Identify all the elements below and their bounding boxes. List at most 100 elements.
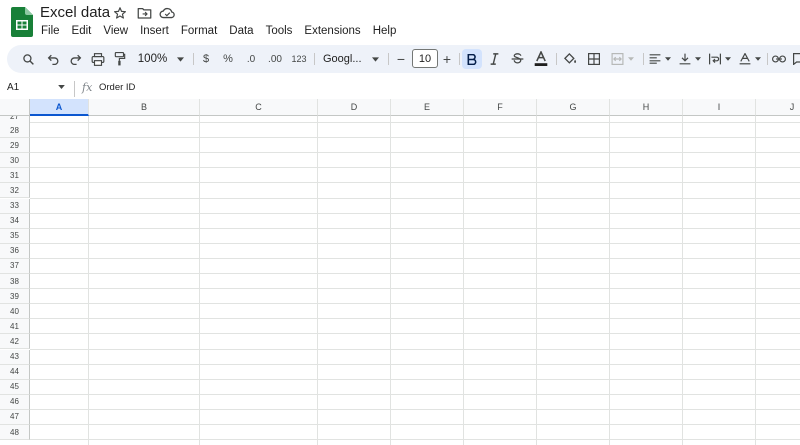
row-header-42[interactable]: 42 bbox=[0, 334, 30, 350]
chevron-down-icon bbox=[177, 56, 185, 62]
undo-icon[interactable] bbox=[44, 45, 62, 73]
row-header-45[interactable]: 45 bbox=[0, 379, 30, 395]
menu-edit[interactable]: Edit bbox=[66, 23, 98, 39]
column-gridline bbox=[755, 116, 756, 445]
document-title[interactable]: Excel data bbox=[40, 4, 110, 21]
text-color-icon[interactable] bbox=[531, 45, 551, 73]
bold-icon[interactable] bbox=[462, 49, 482, 69]
toolbar-divider bbox=[459, 53, 460, 65]
row-gridline bbox=[30, 137, 800, 139]
column-header-f[interactable]: F bbox=[464, 99, 537, 116]
menu-help[interactable]: Help bbox=[367, 23, 403, 39]
row-header-32[interactable]: 32 bbox=[0, 183, 30, 199]
row-header-46[interactable]: 46 bbox=[0, 394, 30, 410]
column-header-b[interactable]: B bbox=[89, 99, 200, 116]
column-header-a[interactable]: A bbox=[30, 99, 89, 116]
menu-view[interactable]: View bbox=[97, 23, 134, 39]
row-header-40[interactable]: 40 bbox=[0, 304, 30, 320]
print-icon[interactable] bbox=[89, 45, 107, 73]
zoom-select[interactable]: 100% bbox=[135, 45, 187, 73]
merge-cells-icon[interactable] bbox=[607, 45, 637, 73]
column-header-e[interactable]: E bbox=[391, 99, 464, 116]
folder-move-icon[interactable] bbox=[135, 4, 153, 22]
title-bar: Excel data File Edit View Insert Format … bbox=[0, 0, 800, 44]
row-header-28[interactable]: 28 bbox=[0, 123, 30, 139]
menu-file[interactable]: File bbox=[35, 23, 66, 39]
formula-divider bbox=[74, 81, 75, 97]
redo-icon[interactable] bbox=[66, 45, 84, 73]
toolbar-divider bbox=[767, 53, 768, 65]
row-header-35[interactable]: 35 bbox=[0, 228, 30, 244]
number-format-button[interactable]: 123 bbox=[288, 45, 310, 73]
name-box[interactable]: A1 bbox=[7, 82, 19, 93]
text-rotation-icon[interactable] bbox=[736, 45, 764, 73]
chevron-down-icon[interactable] bbox=[58, 85, 65, 89]
row-header-38[interactable]: 38 bbox=[0, 274, 30, 290]
column-header-j[interactable]: J bbox=[756, 99, 800, 116]
menu-data[interactable]: Data bbox=[223, 23, 259, 39]
row-gridline bbox=[30, 378, 800, 380]
row-gridline bbox=[30, 424, 800, 425]
column-header-d[interactable]: D bbox=[318, 99, 391, 116]
insert-comment-icon[interactable] bbox=[791, 45, 800, 73]
increase-font-size-button[interactable]: + bbox=[439, 45, 455, 73]
currency-format-button[interactable]: $ bbox=[197, 45, 215, 73]
column-gridline bbox=[536, 116, 537, 445]
borders-icon[interactable] bbox=[585, 45, 603, 73]
increase-decimal-button[interactable]: .00 bbox=[264, 45, 286, 73]
row-header-44[interactable]: 44 bbox=[0, 364, 30, 380]
cloud-saved-icon[interactable] bbox=[158, 4, 176, 22]
insert-link-icon[interactable] bbox=[769, 45, 789, 73]
menu-extensions[interactable]: Extensions bbox=[298, 23, 366, 39]
column-header-c[interactable]: C bbox=[200, 99, 318, 116]
toolbar-divider bbox=[388, 53, 389, 65]
column-header-i[interactable]: I bbox=[683, 99, 756, 116]
star-icon[interactable] bbox=[111, 4, 129, 22]
sheets-logo-icon[interactable] bbox=[11, 7, 33, 37]
row-header-partial[interactable]: 27 bbox=[0, 116, 30, 123]
text-wrapping-icon[interactable] bbox=[706, 45, 734, 73]
fill-color-icon[interactable] bbox=[560, 45, 580, 73]
cell-area[interactable] bbox=[30, 116, 800, 445]
column-header-g[interactable]: G bbox=[537, 99, 610, 116]
row-header-41[interactable]: 41 bbox=[0, 319, 30, 335]
font-size-input[interactable]: 10 bbox=[412, 49, 438, 68]
search-menus-icon[interactable] bbox=[19, 45, 37, 73]
row-header-31[interactable]: 31 bbox=[0, 168, 30, 184]
italic-icon[interactable] bbox=[485, 45, 503, 73]
font-family-select[interactable]: Googl... bbox=[320, 45, 382, 73]
zoom-value: 100% bbox=[137, 53, 168, 65]
horizontal-align-icon[interactable] bbox=[646, 45, 674, 73]
row-gridline bbox=[30, 227, 800, 229]
row-header-29[interactable]: 29 bbox=[0, 138, 30, 154]
column-header-h[interactable]: H bbox=[610, 99, 683, 116]
row-gridline bbox=[30, 242, 800, 244]
menu-insert[interactable]: Insert bbox=[134, 23, 175, 39]
paint-format-icon[interactable] bbox=[111, 45, 129, 73]
menu-format[interactable]: Format bbox=[175, 23, 223, 39]
row-header-39[interactable]: 39 bbox=[0, 289, 30, 305]
chevron-down-icon bbox=[627, 57, 634, 61]
menu-tools[interactable]: Tools bbox=[260, 23, 299, 39]
decrease-font-size-button[interactable]: − bbox=[393, 45, 409, 73]
spreadsheet-grid: A B C D E F G H I J 27 28 29 30 31 32 33 34 35 3… bbox=[0, 99, 800, 445]
row-gridline bbox=[30, 273, 800, 274]
row-gridline bbox=[30, 197, 800, 199]
select-all-corner[interactable] bbox=[0, 99, 30, 116]
row-header-37[interactable]: 37 bbox=[0, 258, 30, 274]
formula-input[interactable]: Order ID bbox=[99, 82, 789, 96]
row-header-48[interactable]: 48 bbox=[0, 425, 30, 441]
row-header-47[interactable]: 47 bbox=[0, 409, 30, 425]
row-header-36[interactable]: 36 bbox=[0, 243, 30, 259]
row-gridline bbox=[30, 303, 800, 305]
vertical-align-icon[interactable] bbox=[676, 45, 704, 73]
row-header-33[interactable]: 33 bbox=[0, 198, 30, 214]
decrease-decimal-button[interactable]: .0 bbox=[241, 45, 261, 73]
column-gridline bbox=[199, 116, 200, 445]
column-gridline bbox=[463, 116, 464, 445]
row-header-34[interactable]: 34 bbox=[0, 213, 30, 229]
row-header-30[interactable]: 30 bbox=[0, 153, 30, 169]
percent-format-button[interactable]: % bbox=[219, 45, 237, 73]
row-header-43[interactable]: 43 bbox=[0, 349, 30, 365]
strikethrough-icon[interactable] bbox=[508, 45, 526, 73]
